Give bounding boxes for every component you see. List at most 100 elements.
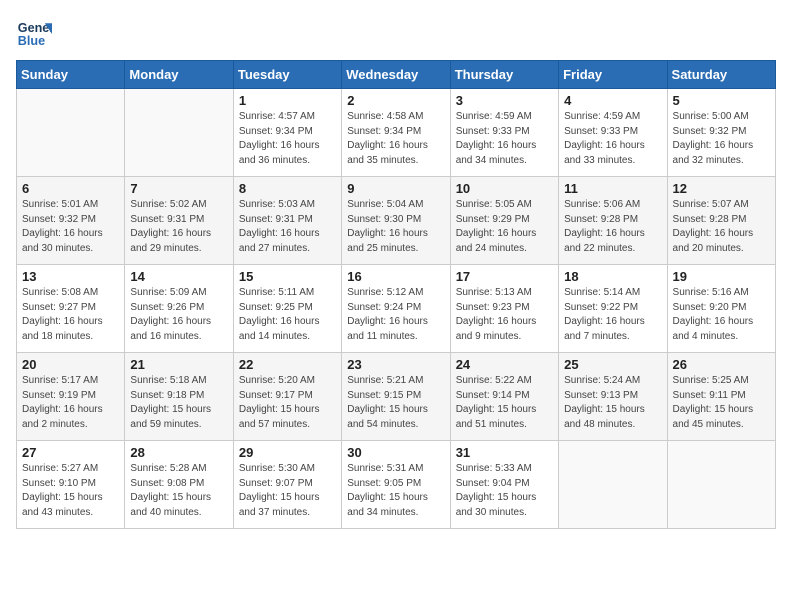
calendar-cell: 14 Sunrise: 5:09 AM Sunset: 9:26 PM Dayli…: [125, 265, 233, 353]
day-info: Sunrise: 5:24 AM Sunset: 9:13 PM Dayligh…: [564, 374, 661, 432]
day-info: Sunrise: 5:04 AM Sunset: 9:30 PM Dayligh…: [347, 198, 444, 256]
day-number: 18: [564, 269, 661, 284]
day-number: 29: [239, 445, 336, 460]
day-number: 15: [239, 269, 336, 284]
day-info: Sunrise: 5:33 AM Sunset: 9:04 PM Dayligh…: [456, 462, 553, 520]
day-info: Sunrise: 5:25 AM Sunset: 9:11 PM Dayligh…: [673, 374, 770, 432]
header-tuesday: Tuesday: [233, 61, 341, 89]
day-number: 14: [130, 269, 227, 284]
header-wednesday: Wednesday: [342, 61, 450, 89]
calendar-cell: [125, 89, 233, 177]
calendar-cell: 23 Sunrise: 5:21 AM Sunset: 9:15 PM Dayli…: [342, 353, 450, 441]
day-number: 7: [130, 181, 227, 196]
calendar-cell: 30Sunrise: 5:31 AM Sunset: 9:05 PM Dayli…: [342, 441, 450, 529]
logo: General Blue: [16, 16, 56, 52]
day-number: 8: [239, 181, 336, 196]
day-info: Sunrise: 5:02 AM Sunset: 9:31 PM Dayligh…: [130, 198, 227, 256]
calendar-cell: 29 Sunrise: 5:30 AM Sunset: 9:07 PM Dayli…: [233, 441, 341, 529]
day-number: 20: [22, 357, 119, 372]
day-info: Sunrise: 4:59 AM Sunset: 9:33 PM Dayligh…: [456, 110, 553, 168]
day-number: 10: [456, 181, 553, 196]
day-info: Sunrise: 5:16 AM Sunset: 9:20 PM Dayligh…: [673, 286, 770, 344]
header-friday: Friday: [559, 61, 667, 89]
day-number: 4: [564, 93, 661, 108]
day-number: 12: [673, 181, 770, 196]
calendar-week-5: 27Sunrise: 5:27 AM Sunset: 9:10 PM Dayli…: [17, 441, 776, 529]
header-sunday: Sunday: [17, 61, 125, 89]
calendar-cell: 16Sunrise: 5:12 AM Sunset: 9:24 PM Dayli…: [342, 265, 450, 353]
calendar-cell: 1Sunrise: 4:57 AM Sunset: 9:34 PM Daylig…: [233, 89, 341, 177]
calendar-week-4: 20 Sunrise: 5:17 AM Sunset: 9:19 PM Dayli…: [17, 353, 776, 441]
day-number: 5: [673, 93, 770, 108]
day-info: Sunrise: 4:59 AM Sunset: 9:33 PM Dayligh…: [564, 110, 661, 168]
calendar-cell: 28Sunrise: 5:28 AM Sunset: 9:08 PM Dayli…: [125, 441, 233, 529]
calendar-cell: 19 Sunrise: 5:16 AM Sunset: 9:20 PM Dayli…: [667, 265, 775, 353]
calendar-cell: 15 Sunrise: 5:11 AM Sunset: 9:25 PM Dayli…: [233, 265, 341, 353]
calendar-cell: 12 Sunrise: 5:07 AM Sunset: 9:28 PM Dayli…: [667, 177, 775, 265]
day-info: Sunrise: 5:18 AM Sunset: 9:18 PM Dayligh…: [130, 374, 227, 432]
calendar-cell: 9 Sunrise: 5:04 AM Sunset: 9:30 PM Daylig…: [342, 177, 450, 265]
calendar-cell: 10 Sunrise: 5:05 AM Sunset: 9:29 PM Dayli…: [450, 177, 558, 265]
header-monday: Monday: [125, 61, 233, 89]
day-number: 27: [22, 445, 119, 460]
day-number: 30: [347, 445, 444, 460]
day-info: Sunrise: 4:58 AM Sunset: 9:34 PM Dayligh…: [347, 110, 444, 168]
day-info: Sunrise: 5:06 AM Sunset: 9:28 PM Dayligh…: [564, 198, 661, 256]
day-info: Sunrise: 5:17 AM Sunset: 9:19 PM Dayligh…: [22, 374, 119, 432]
calendar-cell: 25Sunrise: 5:24 AM Sunset: 9:13 PM Dayli…: [559, 353, 667, 441]
day-info: Sunrise: 5:05 AM Sunset: 9:29 PM Dayligh…: [456, 198, 553, 256]
day-info: Sunrise: 5:11 AM Sunset: 9:25 PM Dayligh…: [239, 286, 336, 344]
calendar-cell: 21 Sunrise: 5:18 AM Sunset: 9:18 PM Dayli…: [125, 353, 233, 441]
day-info: Sunrise: 5:01 AM Sunset: 9:32 PM Dayligh…: [22, 198, 119, 256]
day-info: Sunrise: 5:20 AM Sunset: 9:17 PM Dayligh…: [239, 374, 336, 432]
calendar-cell: 7 Sunrise: 5:02 AM Sunset: 9:31 PM Daylig…: [125, 177, 233, 265]
day-info: Sunrise: 5:22 AM Sunset: 9:14 PM Dayligh…: [456, 374, 553, 432]
calendar-cell: 6 Sunrise: 5:01 AM Sunset: 9:32 PM Daylig…: [17, 177, 125, 265]
logo-icon: General Blue: [16, 16, 52, 52]
day-number: 17: [456, 269, 553, 284]
day-number: 23: [347, 357, 444, 372]
calendar-week-2: 6 Sunrise: 5:01 AM Sunset: 9:32 PM Daylig…: [17, 177, 776, 265]
svg-text:Blue: Blue: [18, 34, 45, 48]
day-number: 6: [22, 181, 119, 196]
day-number: 2: [347, 93, 444, 108]
day-number: 19: [673, 269, 770, 284]
day-info: Sunrise: 5:03 AM Sunset: 9:31 PM Dayligh…: [239, 198, 336, 256]
day-info: Sunrise: 5:14 AM Sunset: 9:22 PM Dayligh…: [564, 286, 661, 344]
calendar-cell: 2 Sunrise: 4:58 AM Sunset: 9:34 PM Daylig…: [342, 89, 450, 177]
day-info: Sunrise: 5:30 AM Sunset: 9:07 PM Dayligh…: [239, 462, 336, 520]
header-thursday: Thursday: [450, 61, 558, 89]
calendar-cell: 24 Sunrise: 5:22 AM Sunset: 9:14 PM Dayli…: [450, 353, 558, 441]
day-number: 16: [347, 269, 444, 284]
day-number: 24: [456, 357, 553, 372]
calendar-cell: 3Sunrise: 4:59 AM Sunset: 9:33 PM Daylig…: [450, 89, 558, 177]
calendar-week-1: 1Sunrise: 4:57 AM Sunset: 9:34 PM Daylig…: [17, 89, 776, 177]
calendar-cell: 27Sunrise: 5:27 AM Sunset: 9:10 PM Dayli…: [17, 441, 125, 529]
calendar-cell: [559, 441, 667, 529]
calendar-cell: 13 Sunrise: 5:08 AM Sunset: 9:27 PM Dayli…: [17, 265, 125, 353]
calendar-cell: 4 Sunrise: 4:59 AM Sunset: 9:33 PM Daylig…: [559, 89, 667, 177]
day-info: Sunrise: 5:08 AM Sunset: 9:27 PM Dayligh…: [22, 286, 119, 344]
day-number: 1: [239, 93, 336, 108]
day-info: Sunrise: 5:21 AM Sunset: 9:15 PM Dayligh…: [347, 374, 444, 432]
day-info: Sunrise: 5:28 AM Sunset: 9:08 PM Dayligh…: [130, 462, 227, 520]
calendar-cell: 17 Sunrise: 5:13 AM Sunset: 9:23 PM Dayli…: [450, 265, 558, 353]
calendar-cell: 26Sunrise: 5:25 AM Sunset: 9:11 PM Dayli…: [667, 353, 775, 441]
calendar-cell: 20 Sunrise: 5:17 AM Sunset: 9:19 PM Dayli…: [17, 353, 125, 441]
calendar-cell: [667, 441, 775, 529]
day-number: 13: [22, 269, 119, 284]
calendar-week-3: 13 Sunrise: 5:08 AM Sunset: 9:27 PM Dayli…: [17, 265, 776, 353]
day-info: Sunrise: 5:13 AM Sunset: 9:23 PM Dayligh…: [456, 286, 553, 344]
calendar-cell: 5Sunrise: 5:00 AM Sunset: 9:32 PM Daylig…: [667, 89, 775, 177]
day-info: Sunrise: 5:07 AM Sunset: 9:28 PM Dayligh…: [673, 198, 770, 256]
calendar-cell: 8 Sunrise: 5:03 AM Sunset: 9:31 PM Daylig…: [233, 177, 341, 265]
calendar-cell: 18 Sunrise: 5:14 AM Sunset: 9:22 PM Dayli…: [559, 265, 667, 353]
calendar-cell: [17, 89, 125, 177]
day-number: 11: [564, 181, 661, 196]
calendar-cell: 31Sunrise: 5:33 AM Sunset: 9:04 PM Dayli…: [450, 441, 558, 529]
day-number: 22: [239, 357, 336, 372]
day-number: 9: [347, 181, 444, 196]
day-info: Sunrise: 5:09 AM Sunset: 9:26 PM Dayligh…: [130, 286, 227, 344]
day-number: 21: [130, 357, 227, 372]
page-header: General Blue: [16, 16, 776, 52]
